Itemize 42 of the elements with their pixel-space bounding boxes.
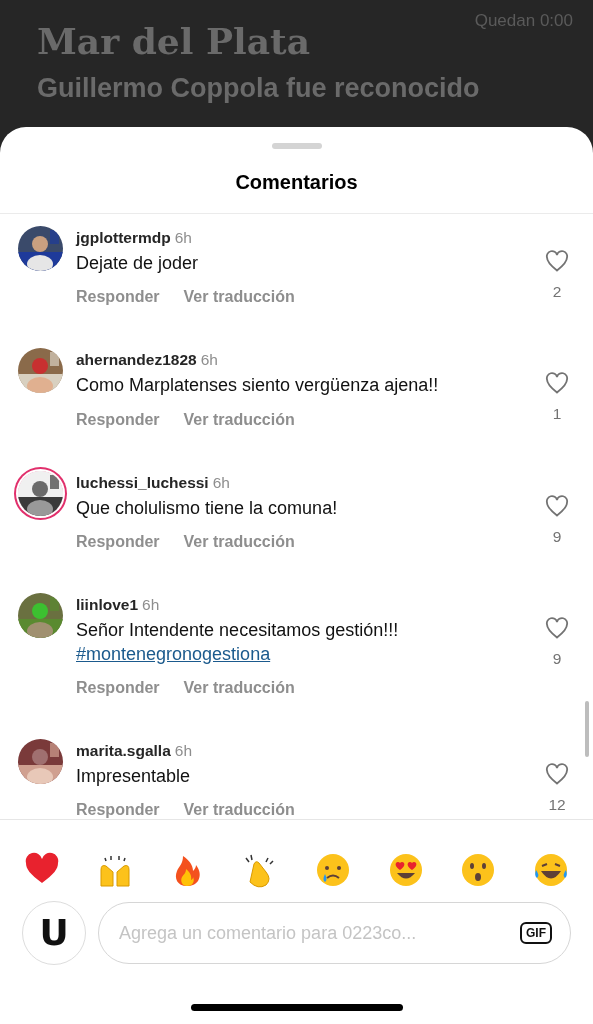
username-link[interactable]: liinlove1: [76, 596, 139, 614]
comment-time: 6h: [200, 351, 218, 369]
hashtag-link[interactable]: #montenegronogestiona: [76, 642, 539, 666]
drag-handle[interactable]: [271, 143, 322, 149]
comment-text: Dejate de joder: [76, 253, 199, 273]
comment-text: Impresentable: [76, 765, 191, 786]
username-link[interactable]: ahernandez1828: [76, 351, 197, 369]
reply-button[interactable]: Responder: [76, 530, 160, 555]
translate-button[interactable]: Ver traducción: [183, 798, 295, 819]
sheet-title: Comentarios: [0, 149, 593, 214]
comment-text: Como Marplatenses siento vergüenza ajena!!: [76, 375, 439, 396]
comment-text: Que cholulismo tiene la comuna!: [76, 497, 338, 518]
like-button[interactable]: [545, 760, 569, 785]
comment-time: 6h: [212, 473, 230, 491]
translate-button[interactable]: Ver traducción: [183, 675, 295, 700]
username-link[interactable]: luchessi_luchessi: [76, 473, 209, 491]
username-link[interactable]: marita.sgalla: [76, 741, 171, 759]
reply-button[interactable]: Responder: [76, 285, 160, 310]
like-count: 9: [552, 649, 562, 670]
reply-button[interactable]: Responder: [76, 407, 160, 432]
like-count: 1: [552, 404, 562, 425]
translate-button[interactable]: Ver traducción: [183, 407, 295, 432]
reply-button[interactable]: Responder: [76, 675, 160, 700]
scrollbar[interactable]: [585, 701, 589, 757]
gif-button[interactable]: GIF: [520, 922, 552, 944]
like-button[interactable]: [545, 492, 569, 517]
username-link[interactable]: jgplottermdp: [76, 229, 171, 246]
comment-time: 6h: [174, 741, 193, 759]
translate-button[interactable]: Ver traducción: [183, 285, 295, 310]
comment-text: Señor Intendente necesitamos gestión!!!: [76, 620, 399, 641]
comment-time: 6h: [174, 229, 192, 246]
like-button[interactable]: [545, 370, 569, 395]
like-count: 2: [552, 282, 562, 302]
like-button[interactable]: [545, 248, 569, 272]
like-count: 9: [552, 526, 562, 547]
like-button[interactable]: [545, 615, 569, 640]
like-count: 12: [548, 794, 566, 815]
article-headline: Guillermo Coppola fue reconocido: [37, 71, 481, 105]
section-title: Mar del Plata: [37, 22, 311, 62]
reply-button[interactable]: Responder: [76, 798, 160, 819]
translate-button[interactable]: Ver traducción: [183, 530, 295, 555]
comment-time: 6h: [142, 596, 160, 614]
